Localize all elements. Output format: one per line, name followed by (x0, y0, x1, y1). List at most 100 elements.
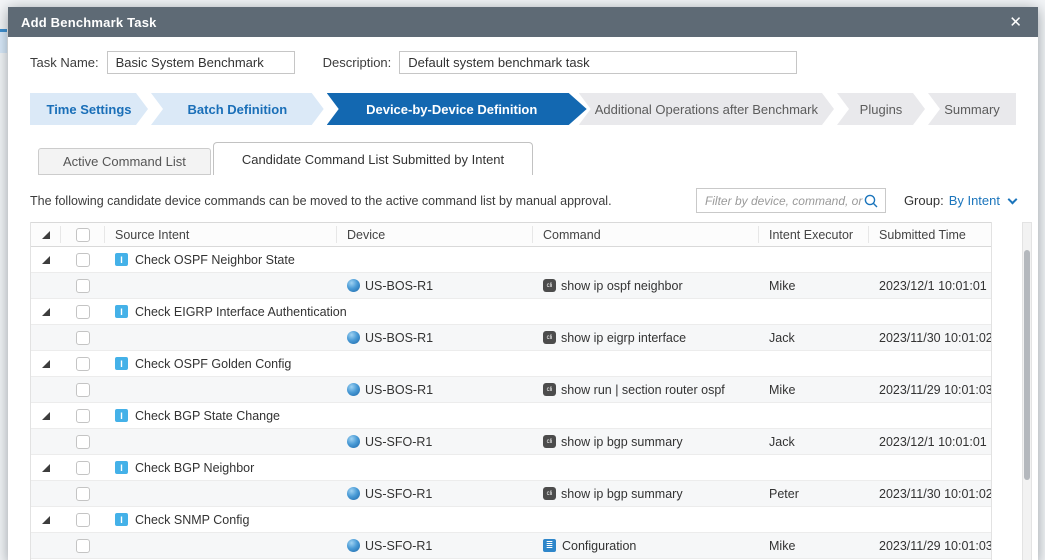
wizard-step-batch-definition[interactable]: Batch Definition (151, 93, 324, 125)
command-text: show ip bgp summary (561, 487, 683, 501)
executor-name: Jack (769, 435, 795, 449)
description-field[interactable] (399, 51, 797, 74)
row-checkbox[interactable] (76, 253, 90, 267)
expand-cell[interactable] (31, 516, 61, 524)
task-name-field[interactable] (107, 51, 295, 74)
command-cell: cli show run | section router ospf (533, 383, 759, 397)
row-checkbox[interactable] (76, 513, 90, 527)
checkbox-cell[interactable] (61, 279, 105, 293)
device-icon (347, 487, 360, 500)
device-command-row[interactable]: US-SFO-R1 cli show ip bgp summary Jack 2… (31, 429, 991, 455)
checkbox-cell[interactable] (61, 513, 105, 527)
submitted-time: 2023/12/1 10:01:01 (879, 435, 987, 449)
command-cell: cli show ip eigrp interface (533, 331, 759, 345)
checkbox-cell[interactable] (61, 539, 105, 553)
vertical-scrollbar[interactable] (1022, 222, 1032, 560)
command-cell: ≣ Configuration (533, 539, 759, 553)
expand-cell[interactable] (31, 464, 61, 472)
expand-cell[interactable] (31, 412, 61, 420)
row-checkbox[interactable] (76, 461, 90, 475)
expand-caret-icon[interactable] (42, 256, 50, 264)
wizard-step-plugins[interactable]: Plugins (837, 93, 925, 125)
background-page-sliver (0, 29, 7, 53)
expand-caret-icon[interactable] (42, 412, 50, 420)
device-icon (347, 383, 360, 396)
device-command-row[interactable]: US-BOS-R1 cli show run | section router … (31, 377, 991, 403)
row-checkbox[interactable] (76, 357, 90, 371)
checkbox-cell[interactable] (61, 409, 105, 423)
wizard-step-device-by-device-definition[interactable]: Device-by-Device Definition (327, 93, 587, 125)
expand-caret-icon[interactable] (42, 360, 50, 368)
checkbox-cell[interactable] (61, 357, 105, 371)
wizard-step-additional-operations[interactable]: Additional Operations after Benchmark (579, 93, 834, 125)
device-icon (347, 539, 360, 552)
expand-caret-icon[interactable] (42, 464, 50, 472)
wizard-step-time-settings[interactable]: Time Settings (30, 93, 148, 125)
close-icon[interactable]: ✕ (1006, 15, 1025, 30)
checkbox-cell[interactable] (61, 253, 105, 267)
group-by-control[interactable]: Group: By Intent (904, 193, 1016, 208)
filter-input[interactable] (705, 194, 863, 208)
checkbox-cell[interactable] (61, 383, 105, 397)
intent-cell: I Check OSPF Neighbor State (105, 253, 991, 267)
checkbox-cell[interactable] (61, 331, 105, 345)
intent-cell: I Check EIGRP Interface Authentication (105, 305, 991, 319)
checkbox-cell[interactable] (61, 487, 105, 501)
expand-cell[interactable] (31, 360, 61, 368)
group-row[interactable]: I Check SNMP Config (31, 507, 991, 533)
row-checkbox[interactable] (76, 305, 90, 319)
executor-cell: Mike (759, 383, 869, 397)
table-body: I Check OSPF Neighbor State US-BOS-R1 cl… (31, 247, 991, 560)
col-intent-executor: Intent Executor (759, 226, 869, 243)
chevron-down-icon (1008, 194, 1018, 204)
row-checkbox[interactable] (76, 279, 90, 293)
row-checkbox[interactable] (76, 435, 90, 449)
group-row[interactable]: I Check EIGRP Interface Authentication (31, 299, 991, 325)
intent-badge-icon: I (115, 253, 128, 266)
row-checkbox[interactable] (76, 409, 90, 423)
expand-cell[interactable] (31, 308, 61, 316)
intent-label: Check OSPF Golden Config (135, 357, 291, 371)
collapse-all-caret-icon[interactable] (42, 231, 50, 239)
collapse-all-cell[interactable] (31, 226, 61, 243)
submitted-time-cell: 2023/11/29 10:01:03 (869, 539, 991, 553)
candidate-command-table-zone: Source Intent Device Command Intent Exec… (30, 222, 1016, 560)
tab-candidate-command-list[interactable]: Candidate Command List Submitted by Inte… (213, 142, 533, 175)
select-all-checkbox[interactable] (76, 228, 90, 242)
checkbox-cell[interactable] (61, 461, 105, 475)
device-command-row[interactable]: US-SFO-R1 ≣ Configuration Mike 2023/11/2… (31, 533, 991, 559)
scrollbar-thumb[interactable] (1024, 250, 1030, 480)
device-icon (347, 331, 360, 344)
checkbox-cell[interactable] (61, 305, 105, 319)
row-checkbox[interactable] (76, 331, 90, 345)
row-checkbox[interactable] (76, 487, 90, 501)
intent-label: Check OSPF Neighbor State (135, 253, 295, 267)
row-checkbox[interactable] (76, 383, 90, 397)
group-row[interactable]: I Check OSPF Golden Config (31, 351, 991, 377)
device-command-row[interactable]: US-SFO-R1 cli show ip bgp summary Peter … (31, 481, 991, 507)
device-cell: US-BOS-R1 (337, 331, 533, 345)
device-command-row[interactable]: US-BOS-R1 cli show ip eigrp interface Ja… (31, 325, 991, 351)
submitted-time-cell: 2023/12/1 10:01:01 (869, 435, 991, 449)
tab-active-command-list[interactable]: Active Command List (38, 148, 211, 175)
group-row[interactable]: I Check OSPF Neighbor State (31, 247, 991, 273)
checkbox-cell[interactable] (61, 435, 105, 449)
group-row[interactable]: I Check BGP State Change (31, 403, 991, 429)
expand-caret-icon[interactable] (42, 516, 50, 524)
executor-cell: Mike (759, 279, 869, 293)
group-value[interactable]: By Intent (949, 193, 1000, 208)
expand-cell[interactable] (31, 256, 61, 264)
device-name: US-SFO-R1 (365, 435, 432, 449)
cli-badge-icon: cli (543, 435, 556, 448)
device-cell: US-BOS-R1 (337, 383, 533, 397)
search-icon[interactable] (863, 193, 879, 209)
device-command-row[interactable]: US-BOS-R1 cli show ip ospf neighbor Mike… (31, 273, 991, 299)
row-checkbox[interactable] (76, 539, 90, 553)
expand-caret-icon[interactable] (42, 308, 50, 316)
cli-badge-icon: cli (543, 383, 556, 396)
toolbar: The following candidate device commands … (30, 188, 1016, 213)
select-all-cell[interactable] (61, 226, 105, 243)
group-row[interactable]: I Check BGP Neighbor (31, 455, 991, 481)
intent-cell: I Check BGP State Change (105, 409, 991, 423)
wizard-step-summary[interactable]: Summary (928, 93, 1016, 125)
